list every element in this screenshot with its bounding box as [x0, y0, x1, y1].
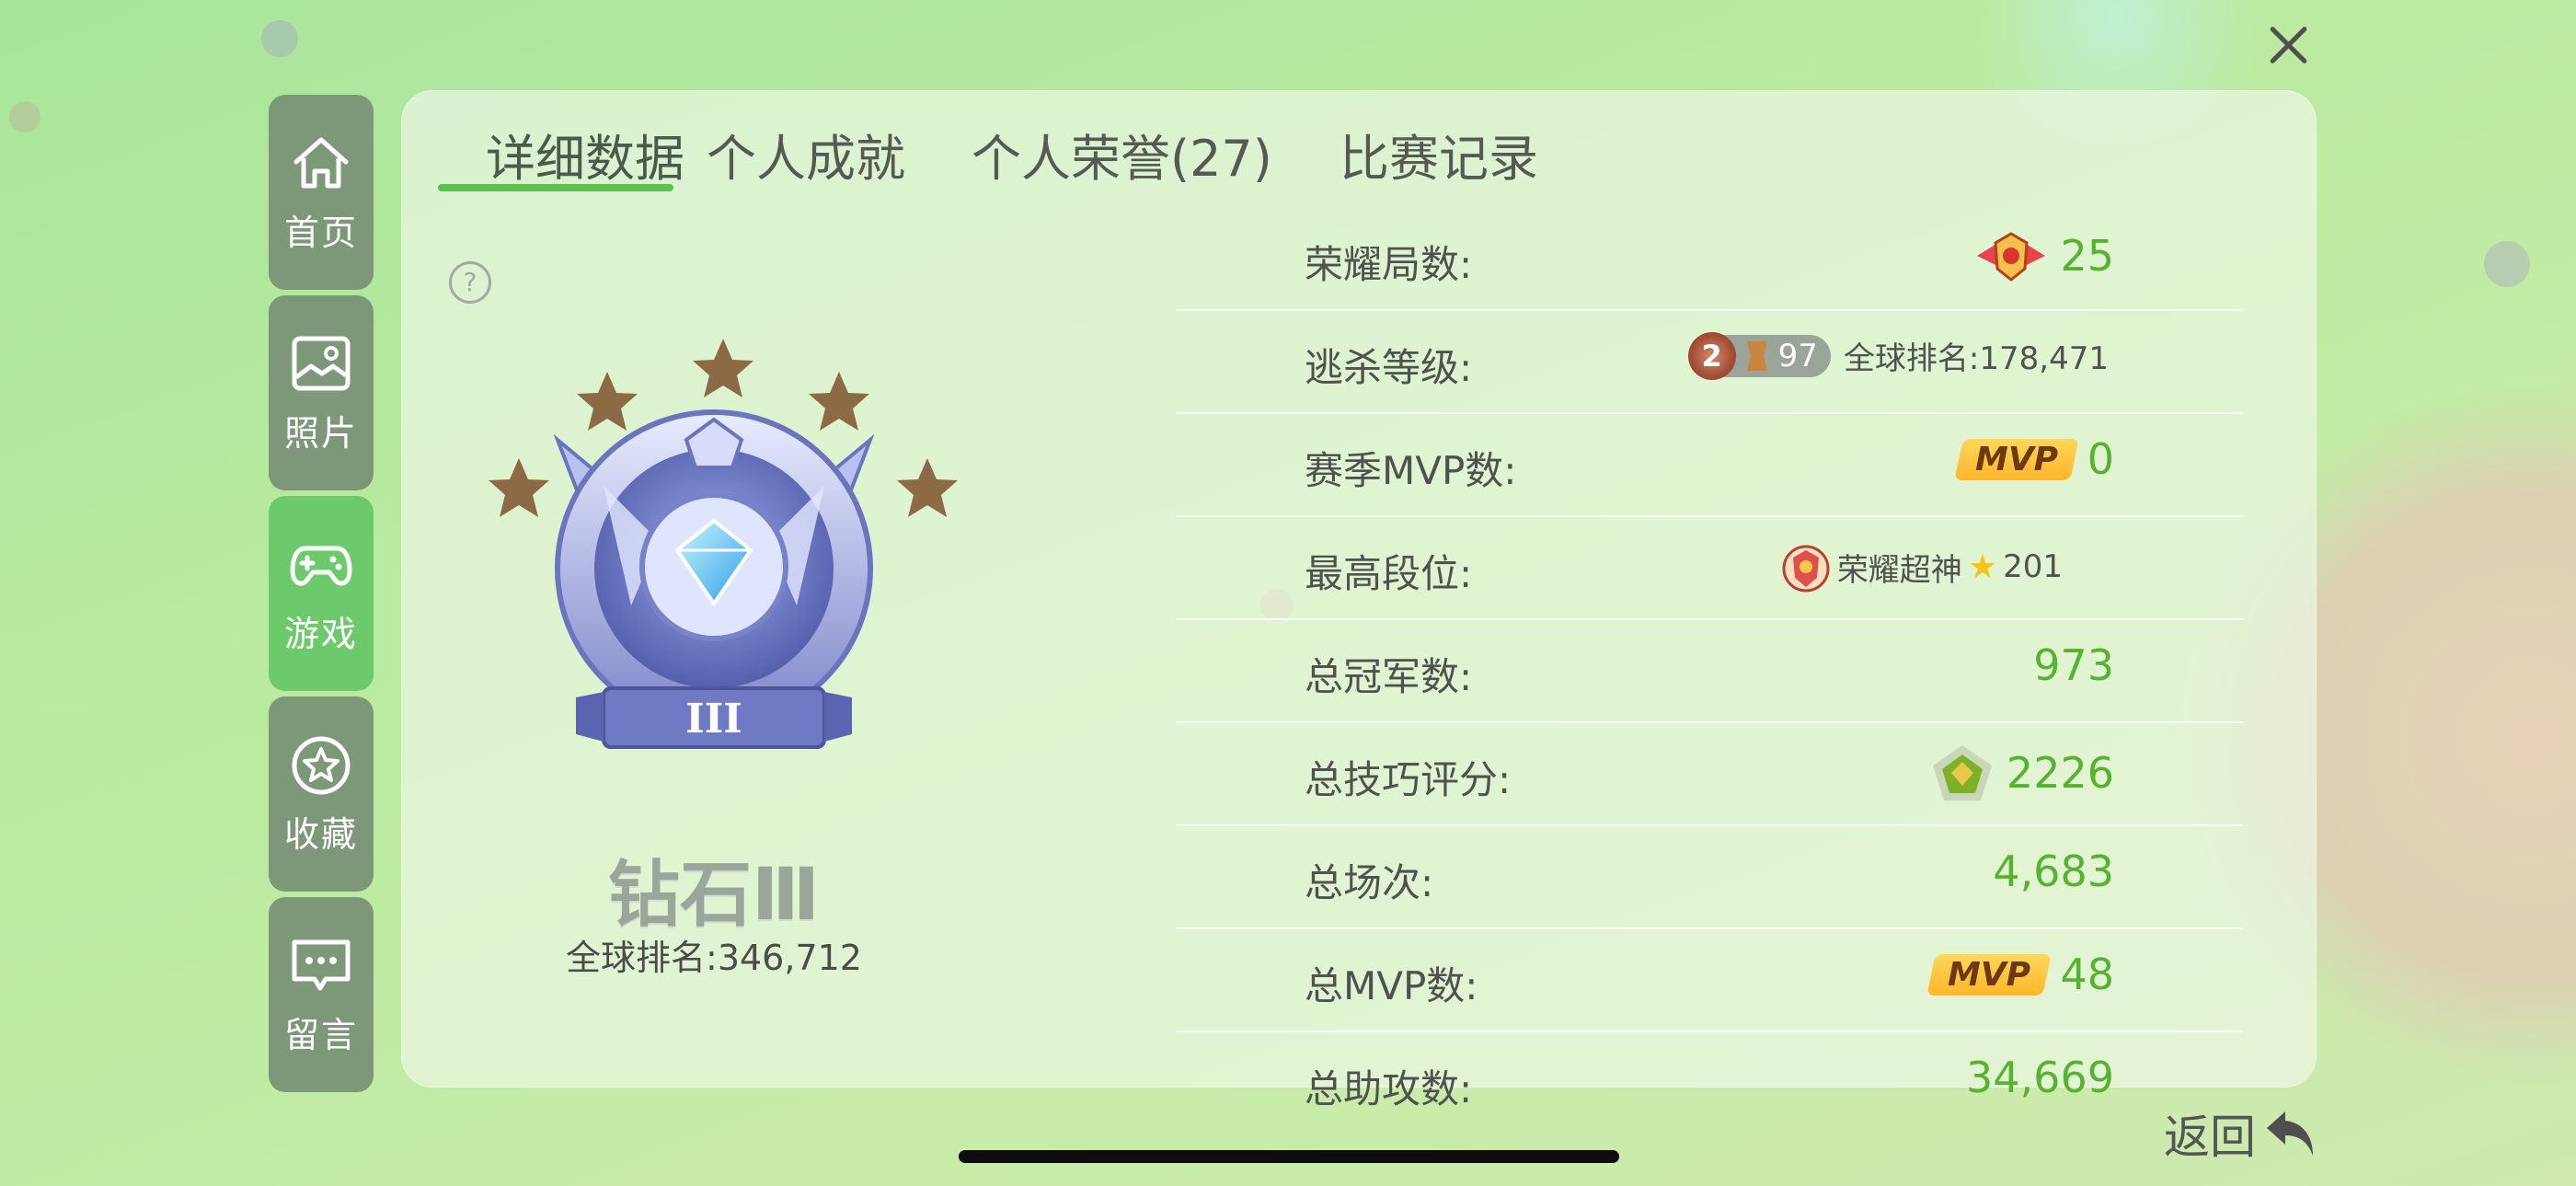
- sidebar: 首页 照片 游戏 收藏 留言: [269, 95, 374, 1098]
- sidebar-item-label: 收藏: [283, 813, 358, 855]
- stat-label: 最高段位:: [1305, 551, 1473, 596]
- sidebar-item-home[interactable]: 首页: [269, 95, 374, 290]
- glory-emblem-icon: [1977, 232, 2046, 282]
- skill-pentagon-icon: [1932, 745, 1992, 800]
- stat-value: MVP 0: [1953, 434, 2114, 484]
- stat-row-total-wins: 总冠军数: 973: [1176, 618, 2243, 723]
- star-icon: [292, 736, 351, 794]
- rank-emblem-icon: [1746, 340, 1767, 371]
- home-icon: [293, 137, 349, 188]
- stat-row-glory-games: 荣耀局数: 25: [1176, 206, 2243, 311]
- level-badge: 2: [1687, 331, 1736, 380]
- tab-achievements[interactable]: 个人成就: [707, 118, 905, 190]
- rank-name: 钻石Ⅲ: [608, 854, 820, 937]
- close-button[interactable]: [2263, 20, 2313, 70]
- stat-row-total-assists: 总助攻数: 34,669: [1176, 1031, 2243, 1134]
- stat-value: 34,669: [1966, 1053, 2114, 1102]
- sidebar-item-messages[interactable]: 留言: [269, 897, 374, 1092]
- back-button[interactable]: 返回: [2164, 1100, 2320, 1167]
- global-rank: 全球排名:178,471: [1843, 340, 2109, 377]
- sidebar-item-games[interactable]: 游戏: [269, 496, 374, 691]
- return-arrow-icon: [2267, 1111, 2313, 1156]
- stat-label: 荣耀局数:: [1305, 242, 1473, 287]
- stat-row-skill-score: 总技巧评分: 2226: [1176, 721, 2243, 826]
- rank-star-icon: [489, 458, 549, 517]
- stat-row-season-mvp: 赛季MVP数: MVP 0: [1176, 412, 2243, 517]
- stat-label: 总场次:: [1305, 860, 1434, 905]
- stat-row-battle-royale-level: 逃杀等级: 2 97 全球排名:178,471: [1176, 309, 2243, 414]
- bg-dot: [2484, 241, 2530, 287]
- mvp-tag: MVP: [1953, 438, 2079, 480]
- stat-label: 逃杀等级:: [1305, 345, 1473, 390]
- active-tab-indicator: [438, 184, 673, 191]
- level-pill: 2 97: [1687, 331, 1831, 380]
- tab-match-history[interactable]: 比赛记录: [1340, 118, 1538, 190]
- stat-label: 赛季MVP数:: [1305, 448, 1517, 493]
- sidebar-item-photos[interactable]: 照片: [269, 295, 374, 490]
- rank-star-icon: [897, 458, 958, 517]
- photo-icon: [292, 336, 351, 390]
- stat-row-total-mvp: 总MVP数: MVP 48: [1176, 927, 2243, 1032]
- stat-label: 总技巧评分:: [1305, 757, 1512, 802]
- sidebar-item-favorites[interactable]: 收藏: [269, 697, 374, 892]
- diamond-rank-badge: III: [553, 409, 875, 749]
- stat-value: 973: [2033, 640, 2114, 690]
- highest-rank: 荣耀超神 ★ 201: [1780, 541, 2063, 593]
- tab-honors[interactable]: 个人荣誉(27): [972, 118, 1272, 190]
- rank-tier-text: III: [685, 696, 742, 743]
- star-icon: ★: [1967, 547, 1998, 586]
- stat-value: MVP 48: [1926, 950, 2114, 999]
- sidebar-item-label: 首页: [283, 212, 358, 253]
- stat-value: 25: [1975, 228, 2114, 283]
- stat-row-highest-rank: 最高段位: 荣耀超神 ★ 201: [1176, 515, 2243, 620]
- stat-value: 2226: [1931, 743, 2114, 802]
- gamepad-icon: [290, 546, 352, 586]
- bg-dot: [261, 20, 298, 57]
- bg-dot: [9, 101, 40, 132]
- sidebar-item-label: 照片: [283, 412, 358, 454]
- stat-value: 4,683: [1993, 846, 2114, 896]
- stat-label: 总冠军数:: [1305, 654, 1473, 699]
- back-label: 返回: [2164, 1111, 2256, 1164]
- stat-value: 荣耀超神 ★ 201: [1780, 541, 2063, 593]
- stat-row-total-matches: 总场次: 4,683: [1176, 824, 2243, 929]
- sidebar-item-label: 游戏: [283, 613, 358, 654]
- tab-details[interactable]: 详细数据: [486, 118, 684, 190]
- stat-value: 2 97 全球排名:178,471: [1687, 331, 2109, 380]
- sidebar-item-label: 留言: [283, 1014, 358, 1055]
- message-icon: [292, 939, 351, 990]
- stat-label: 总助攻数:: [1305, 1066, 1473, 1111]
- glory-rank-icon: [1782, 545, 1830, 593]
- stat-label: 总MVP数:: [1305, 963, 1478, 1008]
- profile-panel: 详细数据 个人成就 个人荣誉(27) 比赛记录 ? III 钻石Ⅲ 全球排名:3…: [401, 90, 2317, 1111]
- rank-global-ranking: 全球排名:346,712: [566, 938, 862, 978]
- mvp-tag: MVP: [1926, 953, 2053, 996]
- rank-star-icon: [693, 339, 753, 397]
- home-indicator[interactable]: [959, 1150, 1619, 1163]
